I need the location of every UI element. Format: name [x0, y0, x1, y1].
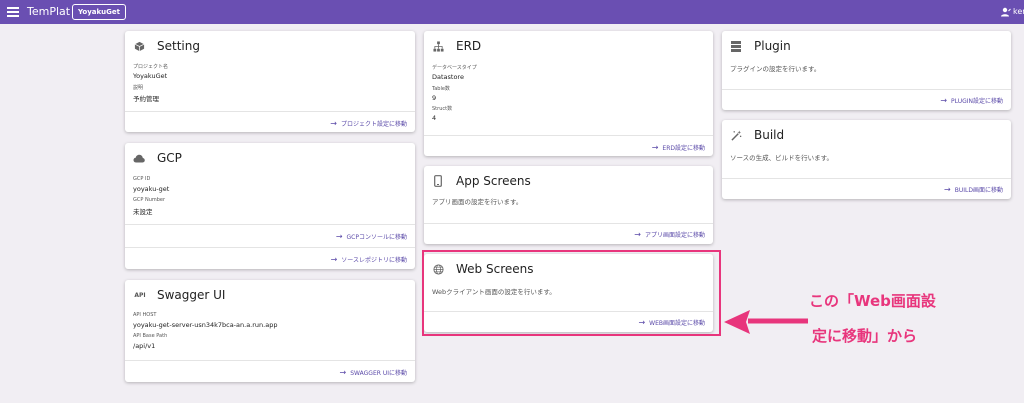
- annotation-text-line1: この「Web画面設: [809, 292, 936, 310]
- project-chip[interactable]: YoyakuGet: [72, 4, 126, 20]
- api-icon: API: [134, 291, 146, 299]
- app-screens-description: アプリ画面の設定を行います。: [432, 198, 523, 206]
- api-base-path-value: /api/v1: [133, 342, 156, 350]
- swagger-card: API Swagger UI API HOST yoyaku-get-serve…: [125, 280, 415, 382]
- app-bar: TemPlat YoyakuGet ken: [0, 0, 1024, 24]
- gcp-console-link[interactable]: → GCPコンソールに移動: [336, 232, 407, 241]
- plugin-description: プラグインの設定を行います。: [730, 65, 821, 73]
- arrow-right-icon: →: [339, 368, 347, 377]
- struct-count-value: 4: [432, 114, 437, 122]
- divider: [424, 135, 713, 136]
- storage-icon: [730, 40, 742, 52]
- struct-count-label: Struct数: [432, 106, 453, 112]
- divider: [125, 111, 415, 112]
- source-repo-link[interactable]: → ソースレポジトリに移動: [331, 255, 407, 264]
- highlight-box: [422, 250, 721, 336]
- project-settings-link[interactable]: → プロジェクト設定に移動: [330, 119, 407, 128]
- user-icon[interactable]: [1001, 7, 1011, 17]
- db-type-label: データベースタイプ: [432, 65, 477, 71]
- api-host-label: API HOST: [133, 312, 157, 318]
- divider: [722, 178, 1011, 179]
- menu-icon[interactable]: [7, 7, 19, 17]
- magic-wand-icon: [730, 129, 742, 141]
- gcp-card: GCP GCP ID yoyaku-get GCP Number 未設定 → G…: [125, 143, 415, 269]
- cube-icon: [133, 40, 145, 52]
- description-label: 説明: [133, 85, 144, 91]
- arrow-right-icon: →: [330, 119, 337, 128]
- plugin-card: Plugin プラグインの設定を行います。 → PLUGIN設定に移動: [722, 31, 1011, 110]
- smartphone-icon: [432, 175, 444, 187]
- app-screens-settings-link[interactable]: → アプリ画面設定に移動: [634, 230, 705, 239]
- setting-title: Setting: [157, 39, 200, 53]
- arrow-right-icon: →: [940, 96, 948, 105]
- cloud-icon: [133, 152, 145, 164]
- gcp-id-label: GCP ID: [133, 176, 151, 182]
- gcp-title: GCP: [157, 151, 182, 165]
- divider: [125, 224, 415, 225]
- gcp-id-value: yoyaku-get: [133, 185, 170, 193]
- arrow-right-icon: →: [335, 232, 343, 241]
- sitemap-icon: [432, 40, 444, 52]
- erd-card: ERD データベースタイプ Datastore Table数 9 Struct数…: [424, 31, 713, 156]
- table-count-label: Table数: [432, 86, 450, 92]
- divider: [125, 360, 415, 361]
- project-name-label: プロジェクト名: [133, 64, 169, 70]
- setting-card: Setting プロジェクト名 YoyakuGet 説明 予約管理 → プロジェ…: [125, 31, 415, 132]
- arrow-right-icon: →: [944, 185, 951, 194]
- divider: [125, 247, 415, 248]
- build-description: ソースの生成、ビルドを行います。: [730, 154, 834, 162]
- divider: [424, 223, 713, 224]
- arrow-right-icon: →: [634, 230, 641, 239]
- arrow-right-icon: →: [651, 143, 659, 152]
- erd-settings-link[interactable]: → ERD設定に移動: [652, 143, 705, 152]
- build-screen-link[interactable]: → BUILD画面に移動: [944, 185, 1003, 194]
- project-name-value: YoyakuGet: [133, 72, 168, 80]
- build-card: Build ソースの生成、ビルドを行います。 → BUILD画面に移動: [722, 120, 1011, 199]
- api-base-path-label: API Base Path: [133, 333, 168, 339]
- annotation-arrow-icon: [724, 310, 808, 334]
- app-screens-card: App Screens アプリ画面の設定を行います。 → アプリ画面設定に移動: [424, 166, 713, 244]
- swagger-title: Swagger UI: [157, 288, 226, 302]
- api-host-value: yoyaku-get-server-usn34k7bca-an.a.run.ap…: [133, 321, 278, 329]
- table-count-value: 9: [432, 94, 437, 102]
- arrow-right-icon: →: [330, 255, 338, 264]
- app-screens-title: App Screens: [456, 174, 531, 188]
- swagger-ui-link[interactable]: → SWAGGER UIに移動: [340, 368, 407, 377]
- user-name[interactable]: ken: [1013, 7, 1024, 16]
- gcp-number-label: GCP Number: [133, 197, 166, 203]
- gcp-number-value: 未設定: [133, 208, 153, 216]
- description-value: 予約管理: [133, 95, 159, 103]
- erd-title: ERD: [456, 39, 482, 53]
- plugin-settings-link[interactable]: → PLUGIN設定に移動: [940, 96, 1003, 105]
- plugin-title: Plugin: [754, 39, 791, 53]
- divider: [722, 89, 1011, 90]
- annotation-text-line2: 定に移動」から: [812, 327, 918, 345]
- app-title[interactable]: TemPlat: [27, 5, 70, 18]
- build-title: Build: [754, 128, 785, 142]
- db-type-value: Datastore: [432, 73, 464, 81]
